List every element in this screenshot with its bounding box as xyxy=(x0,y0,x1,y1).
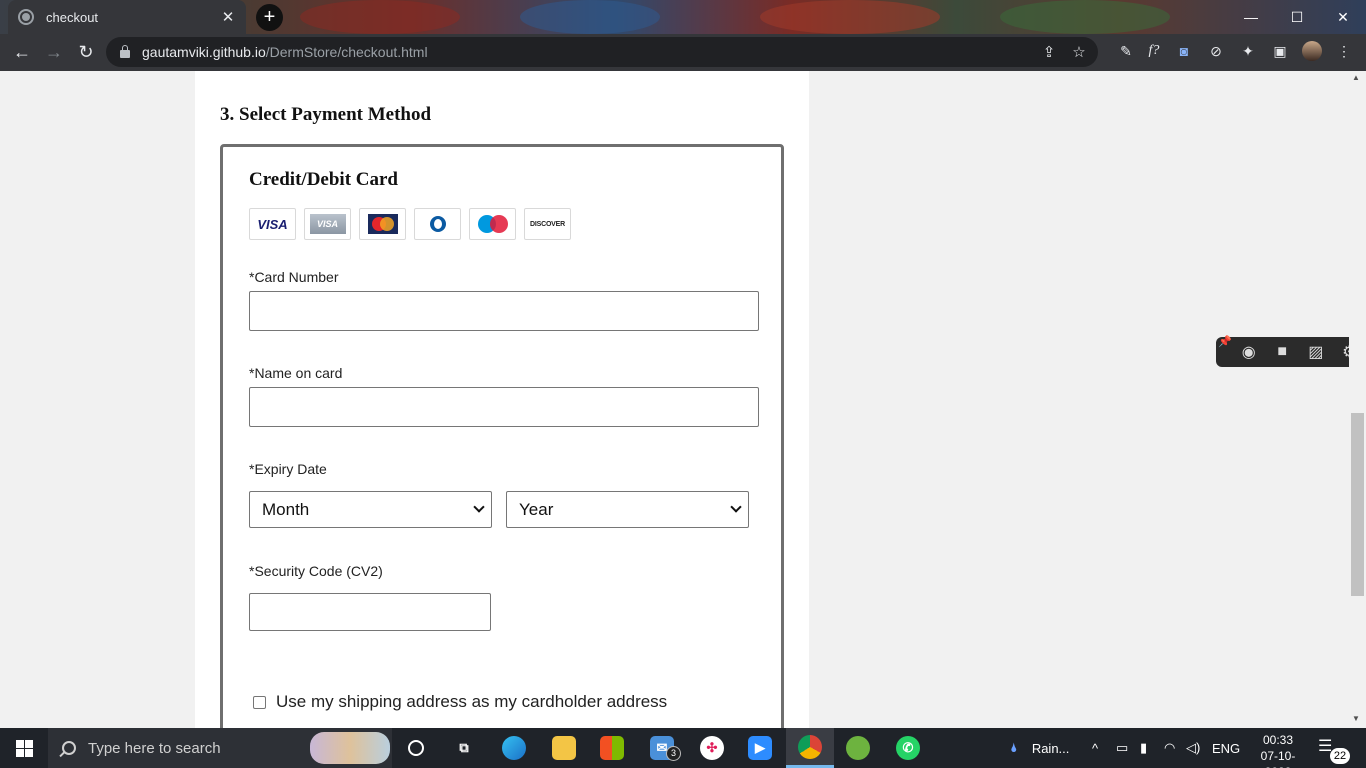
expiry-year-select[interactable]: Year xyxy=(506,491,749,528)
back-arrow-icon[interactable]: ← xyxy=(6,36,38,68)
name-on-card-input[interactable] xyxy=(249,387,759,427)
meet-now-icon[interactable]: ▭ xyxy=(1116,728,1128,768)
discover-logo: DISCOVER xyxy=(524,208,571,240)
checkout-panel: 3. Select Payment Method Credit/Debit Ca… xyxy=(195,71,809,728)
show-hidden-icons-chevron-icon[interactable]: ^ xyxy=(1092,728,1098,768)
cortana-icon[interactable] xyxy=(392,728,440,768)
shipping-address-checkbox-label: Use my shipping address as my cardholder… xyxy=(276,692,668,711)
close-window-button[interactable]: ✕ xyxy=(1320,0,1366,34)
section-title: 3. Select Payment Method xyxy=(220,104,432,125)
windows-taskbar: Type here to search ⧉ ✉ 3 ✣ ▶ ✆ 🌢 Rain..… xyxy=(0,728,1366,768)
forward-arrow-icon[interactable]: → xyxy=(38,36,70,68)
extension-formula-icon[interactable]: f? xyxy=(1140,37,1168,65)
card-number-label: *Card Number xyxy=(249,269,339,285)
browser-title-bar: checkout ✕ + — ☐ ✕ xyxy=(0,0,1366,34)
gallery-icon[interactable]: ▨ xyxy=(1303,342,1329,362)
bookmark-star-icon[interactable]: ☆ xyxy=(1064,37,1094,67)
extension-pen-icon[interactable]: ✎ xyxy=(1112,37,1140,65)
page-viewport: 3. Select Payment Method Credit/Debit Ca… xyxy=(0,71,1366,728)
security-code-input[interactable] xyxy=(249,593,491,631)
reload-icon[interactable]: ↻ xyxy=(70,36,102,68)
scroll-down-arrow-icon[interactable]: ▼ xyxy=(1352,714,1360,723)
search-highlight-art xyxy=(310,732,390,764)
theme-art xyxy=(1000,0,1170,34)
system-clock[interactable]: 00:33 07-10-2022 xyxy=(1252,732,1304,768)
edge-browser-icon[interactable] xyxy=(490,728,538,768)
expiry-month-value: Month xyxy=(262,499,310,519)
mail-icon[interactable]: ✉ 3 xyxy=(638,728,686,768)
extension-capture-icon[interactable]: ◙ xyxy=(1170,37,1198,65)
microsoft-store-icon[interactable] xyxy=(588,728,636,768)
chevron-down-icon xyxy=(473,501,485,513)
browser-tab-checkout[interactable]: checkout ✕ xyxy=(8,0,246,34)
taskbar-search-placeholder: Type here to search xyxy=(88,739,221,757)
visa-electron-logo: VISA xyxy=(304,208,351,240)
scroll-up-arrow-icon[interactable]: ▲ xyxy=(1352,73,1360,82)
shipping-address-option[interactable]: Use my shipping address as my cardholder… xyxy=(253,692,667,712)
maximize-button[interactable]: ☐ xyxy=(1274,0,1320,34)
weather-widget[interactable]: 🌢 Rain... xyxy=(1010,728,1069,768)
expiry-month-select[interactable]: Month xyxy=(249,491,492,528)
screen-capture-toolbar: 📌 ◉ ■ ▨ ⚙ xyxy=(1216,335,1366,367)
shipping-address-checkbox[interactable] xyxy=(253,695,266,709)
card-number-input[interactable] xyxy=(249,291,759,331)
chrome-icon[interactable] xyxy=(786,728,834,768)
url-domain: gautamviki.github.io xyxy=(142,44,266,60)
weather-text: Rain... xyxy=(1031,740,1070,756)
new-tab-button[interactable]: + xyxy=(256,4,283,31)
mail-badge: 3 xyxy=(666,746,681,761)
search-icon xyxy=(62,741,76,755)
security-code-label: *Security Code (CV2) xyxy=(249,563,383,579)
theme-art xyxy=(760,0,940,34)
battery-icon[interactable]: ▮ xyxy=(1140,728,1147,768)
mastercard-logo xyxy=(359,208,406,240)
scrollbar-thumb[interactable] xyxy=(1351,413,1364,596)
card-form-title: Credit/Debit Card xyxy=(249,169,398,190)
card-logos: VISA VISA DISCOVER xyxy=(249,208,571,240)
extensions-puzzle-icon[interactable]: ✦ xyxy=(1234,37,1262,65)
tab-title: checkout xyxy=(46,9,99,25)
camera-icon[interactable]: ◉ xyxy=(1236,342,1262,362)
name-on-card-label: *Name on card xyxy=(249,365,343,381)
close-tab-icon[interactable]: ✕ xyxy=(220,8,236,26)
side-panel-icon[interactable]: ▣ xyxy=(1266,37,1294,65)
diners-club-logo xyxy=(414,208,461,240)
notification-count: 22 xyxy=(1330,748,1350,764)
video-camera-icon[interactable]: ■ xyxy=(1269,343,1295,361)
lock-icon xyxy=(120,45,130,58)
whatsapp-icon[interactable]: ✆ xyxy=(884,728,932,768)
file-explorer-icon[interactable] xyxy=(540,728,588,768)
task-view-icon[interactable]: ⧉ xyxy=(440,728,488,768)
weather-icon: 🌢 xyxy=(1010,740,1018,755)
theme-art xyxy=(520,0,660,34)
windows-start-button[interactable] xyxy=(0,728,48,768)
theme-art xyxy=(300,0,460,34)
volume-icon[interactable]: ◁) xyxy=(1186,728,1200,768)
expiry-date-label: *Expiry Date xyxy=(249,461,327,477)
visa-electron-logo-text: VISA xyxy=(309,214,346,234)
globe-icon xyxy=(18,9,34,25)
chevron-down-icon xyxy=(730,501,742,513)
wifi-icon[interactable]: ◠ xyxy=(1164,728,1175,768)
visa-logo: VISA xyxy=(249,208,296,240)
profile-avatar[interactable] xyxy=(1298,37,1326,65)
clock-date: 07-10-2022 xyxy=(1260,749,1296,768)
language-indicator[interactable]: ENG xyxy=(1212,728,1240,768)
page-scrollbar[interactable] xyxy=(1349,71,1366,728)
minimize-button[interactable]: — xyxy=(1228,0,1274,34)
expiry-year-value: Year xyxy=(519,499,554,519)
maestro-logo xyxy=(469,208,516,240)
url-path: /DermStore/checkout.html xyxy=(265,44,428,60)
address-bar[interactable]: gautamviki.github.io /DermStore/checkout… xyxy=(106,37,1098,67)
menu-kebab-icon[interactable]: ⋮ xyxy=(1330,37,1358,65)
zoom-icon[interactable]: ▶ xyxy=(736,728,784,768)
extension-compass-icon[interactable]: ⊘ xyxy=(1202,37,1230,65)
credit-card-form: Credit/Debit Card VISA VISA DISCOVER *Ca… xyxy=(220,144,784,728)
share-icon[interactable]: ⇪ xyxy=(1034,37,1064,67)
clock-time: 00:33 xyxy=(1262,733,1294,747)
slack-icon[interactable]: ✣ xyxy=(688,728,736,768)
leaf-app-icon[interactable] xyxy=(834,728,882,768)
pin-icon[interactable]: 📌 xyxy=(1218,335,1232,348)
